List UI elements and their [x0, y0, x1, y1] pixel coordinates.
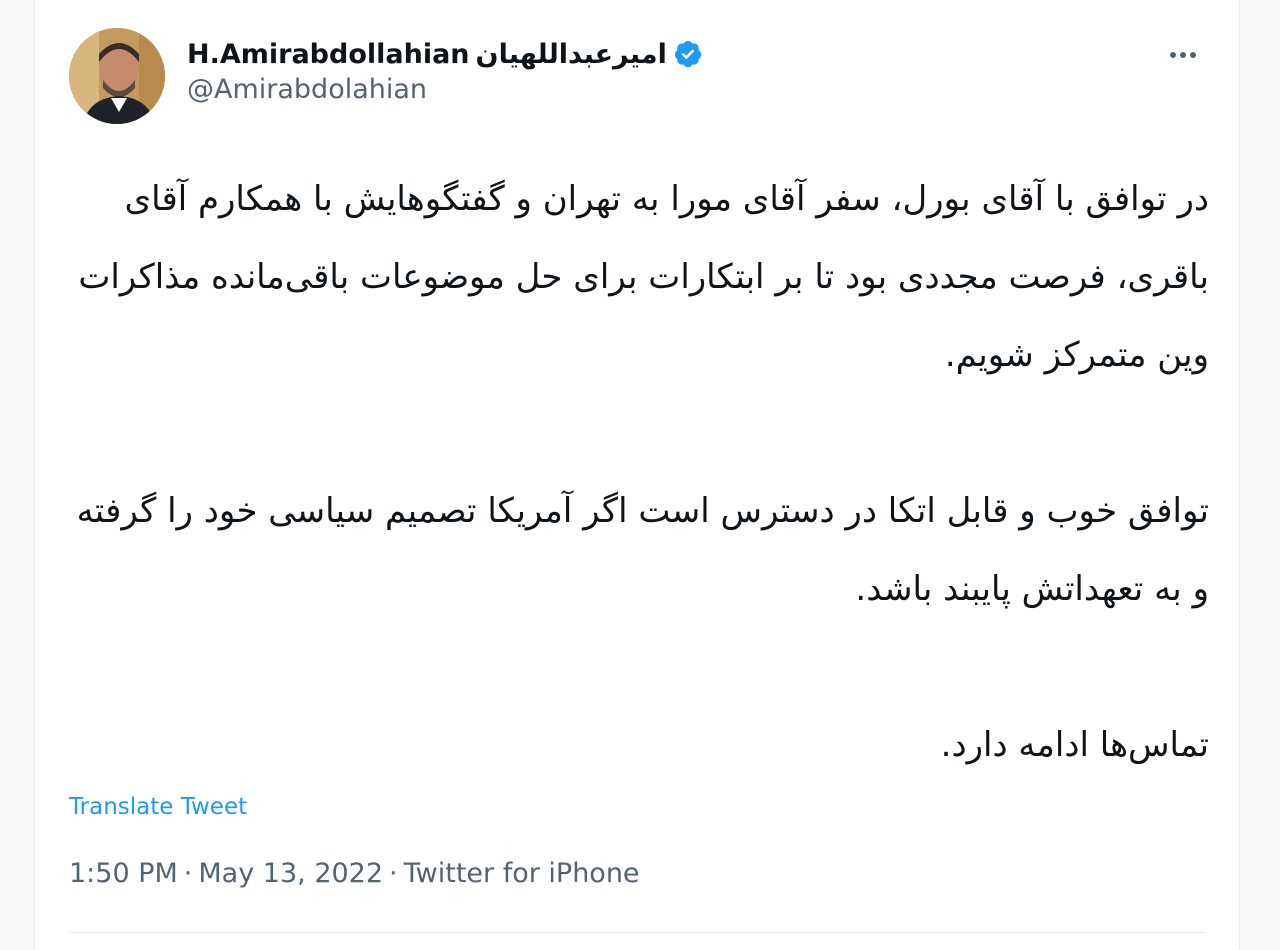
tweet-text: در توافق با آقای بورل، سفر آقای مورا به … [69, 160, 1209, 784]
tweet-date[interactable]: May 13, 2022 [198, 858, 383, 889]
verified-badge-icon [673, 39, 703, 69]
user-handle[interactable]: @Amirabdolahian [187, 74, 427, 105]
display-name-persian[interactable]: امیرعبداللهیان [476, 39, 667, 70]
avatar[interactable] [69, 28, 165, 124]
more-options-icon[interactable] [1163, 40, 1203, 70]
tweet-source[interactable]: Twitter for iPhone [404, 858, 640, 889]
tweet-metadata: 1:50 PM · May 13, 2022 · Twitter for iPhone [69, 858, 640, 889]
more-dot [1170, 52, 1176, 58]
more-dot [1180, 52, 1186, 58]
tweet-card: H.Amirabdollahian امیرعبداللهیان @Amirab… [34, 0, 1240, 950]
author-name-row[interactable]: H.Amirabdollahian امیرعبداللهیان [187, 36, 703, 72]
tweet-paragraph: تماس‌ها ادامه دارد. [940, 725, 1209, 765]
meta-separator: · [389, 858, 398, 889]
tweet-paragraph: در توافق با آقای بورل، سفر آقای مورا به … [78, 179, 1209, 375]
tweet-paragraph: توافق خوب و قابل اتکا در دسترس است اگر آ… [76, 491, 1209, 609]
more-dot [1190, 52, 1196, 58]
translate-tweet-link[interactable]: Translate Tweet [69, 794, 247, 820]
divider [69, 932, 1205, 933]
display-name-latin[interactable]: H.Amirabdollahian [187, 39, 470, 70]
meta-separator: · [183, 858, 193, 889]
tweet-time[interactable]: 1:50 PM [69, 858, 178, 889]
